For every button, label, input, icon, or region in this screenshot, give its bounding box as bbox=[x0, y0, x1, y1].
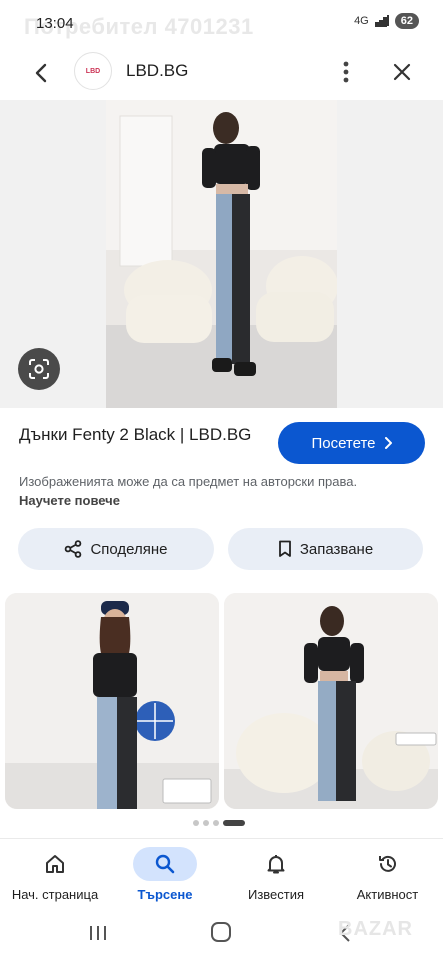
bell-icon bbox=[267, 855, 285, 874]
save-button-label: Запазване bbox=[299, 540, 374, 558]
bottom-navigation: Нач. страница Търсене Известия Активност bbox=[0, 838, 443, 910]
product-main-image[interactable] bbox=[106, 100, 337, 408]
recent-apps-icon[interactable] bbox=[88, 924, 108, 942]
status-bar: Потребител 4701231 13:04 4G 62 bbox=[0, 0, 443, 44]
share-button-label: Споделяне bbox=[90, 540, 168, 558]
nav-notifications-label: Известия bbox=[247, 887, 305, 902]
chevron-left-icon bbox=[35, 63, 47, 83]
bookmark-icon bbox=[278, 540, 291, 557]
close-button[interactable] bbox=[386, 56, 418, 88]
share-button[interactable]: Споделяне bbox=[18, 528, 214, 570]
site-logo[interactable]: LBD bbox=[74, 52, 112, 90]
product-photo-illustration bbox=[106, 100, 337, 408]
status-icons: 4G 62 bbox=[354, 13, 419, 29]
copyright-text: Изображенията може да са предмет на авто… bbox=[19, 474, 358, 489]
close-icon bbox=[393, 63, 411, 81]
more-vert-icon bbox=[343, 61, 349, 83]
bazar-watermark: BAZAR bbox=[338, 918, 413, 940]
nav-home-label: Нач. страница bbox=[11, 887, 99, 902]
copyright-notice: Изображенията може да са предмет на авто… bbox=[19, 472, 359, 510]
home-icon bbox=[46, 855, 64, 873]
learn-more-link[interactable]: Научете повече bbox=[19, 493, 120, 508]
nav-home[interactable]: Нач. страница bbox=[0, 839, 110, 911]
related-photo-illustration bbox=[224, 593, 438, 809]
carousel-dot bbox=[193, 820, 199, 826]
back-button[interactable] bbox=[26, 58, 56, 88]
google-lens-button[interactable] bbox=[18, 348, 60, 390]
visit-button-label: Посетете bbox=[311, 434, 376, 452]
carousel-dot-active bbox=[223, 820, 245, 826]
more-options-button[interactable] bbox=[332, 56, 360, 88]
result-title[interactable]: Дънки Fenty 2 Black | LBD.BG bbox=[19, 424, 264, 446]
carousel-dot bbox=[203, 820, 209, 826]
site-name[interactable]: LBD.BG bbox=[126, 61, 188, 81]
carousel-dot bbox=[213, 820, 219, 826]
visit-button[interactable]: Посетете bbox=[278, 422, 425, 464]
site-logo-text: LBD bbox=[85, 67, 101, 75]
network-indicator: 4G bbox=[354, 15, 369, 27]
history-icon bbox=[378, 855, 396, 872]
share-icon bbox=[65, 540, 82, 558]
nav-search[interactable]: Търсене bbox=[110, 839, 220, 911]
related-image[interactable] bbox=[5, 593, 219, 809]
lens-icon bbox=[29, 359, 49, 379]
image-preview-area bbox=[0, 100, 443, 408]
app-bar: LBD LBD.BG bbox=[0, 44, 443, 100]
search-icon bbox=[155, 854, 175, 874]
nav-notifications[interactable]: Известия bbox=[220, 839, 332, 911]
related-image[interactable] bbox=[224, 593, 438, 809]
status-time: 13:04 bbox=[36, 15, 74, 32]
chevron-right-icon bbox=[384, 437, 392, 449]
nav-search-label: Търсене bbox=[137, 887, 193, 902]
system-home-button[interactable] bbox=[211, 922, 231, 942]
save-button[interactable]: Запазване bbox=[228, 528, 423, 570]
signal-icon bbox=[374, 15, 389, 27]
carousel-indicator bbox=[193, 820, 245, 826]
battery-badge: 62 bbox=[394, 13, 419, 29]
related-photo-illustration bbox=[5, 593, 219, 809]
nav-activity-label: Активност bbox=[356, 887, 419, 902]
nav-activity[interactable]: Активност bbox=[332, 839, 443, 911]
